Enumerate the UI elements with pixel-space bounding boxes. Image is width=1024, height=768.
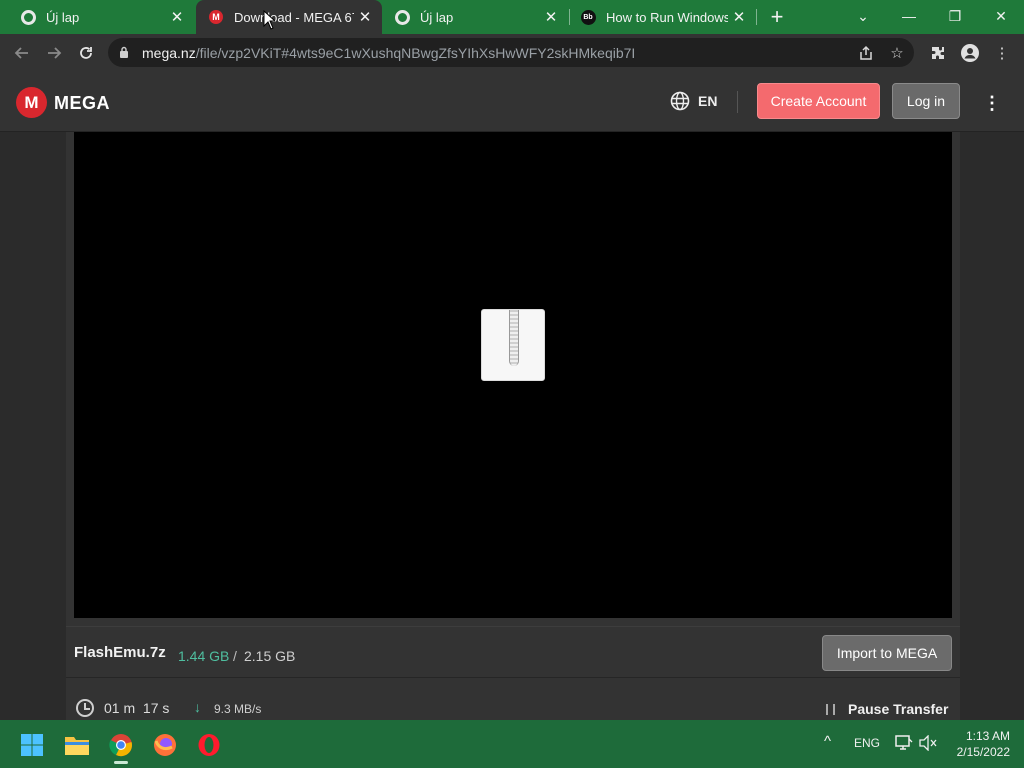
close-icon[interactable]: ✕ — [166, 6, 188, 28]
volume-muted-icon[interactable] — [919, 734, 937, 754]
clock-date: 2/15/2022 — [956, 745, 1010, 759]
mega-logo-icon[interactable]: M — [16, 87, 47, 118]
chrome-taskbar-icon[interactable] — [103, 727, 139, 763]
downloaded-size: 1.44 GB — [178, 648, 230, 664]
create-account-button[interactable]: Create Account — [757, 83, 880, 119]
profile-icon[interactable] — [958, 41, 982, 65]
size-separator: / — [233, 648, 237, 664]
language-label: EN — [698, 93, 718, 109]
total-size: 2.15 GB — [244, 648, 296, 664]
tab-how-to-run-windows[interactable]: Bb How to Run Windows ✕ — [570, 0, 756, 34]
minimize-icon[interactable]: — — [886, 0, 932, 32]
zip-file-icon — [481, 309, 545, 381]
active-app-indicator — [114, 761, 128, 764]
tab-title: Új lap — [420, 9, 454, 25]
tab-strip: Új lap ✕ M Download - MEGA 67% ✕ Új lap … — [0, 0, 1024, 34]
download-arrow-icon: ↓ — [194, 699, 201, 715]
chrome-menu-icon[interactable]: ⋮ — [990, 41, 1014, 65]
input-language[interactable]: ENG — [854, 736, 880, 750]
transfer-speed: 9.3 MB/s — [214, 702, 262, 716]
url-text: mega.nz/file/vzp2VKiT#4wts9eC1wXushqNBwg… — [142, 45, 636, 61]
bookmark-star-icon[interactable]: ☆ — [886, 42, 908, 64]
opera-icon[interactable] — [191, 727, 227, 763]
tab-title: Download - MEGA 67% — [234, 9, 354, 25]
bb-icon: Bb — [580, 9, 596, 25]
lock-icon — [120, 46, 128, 58]
mega-header: M MEGA EN Create Account Log in ⋮ — [0, 71, 1024, 132]
forward-icon[interactable] — [41, 40, 67, 66]
close-icon[interactable]: ✕ — [728, 6, 750, 28]
mega-brand[interactable]: MEGA — [54, 93, 110, 114]
close-icon[interactable]: ✕ — [540, 6, 562, 28]
address-bar[interactable]: mega.nz/file/vzp2VKiT#4wts9eC1wXushqNBwg… — [108, 38, 914, 67]
clock-icon — [76, 699, 94, 717]
taskbar-clock[interactable]: 1:13 AM 2/15/2022 — [948, 728, 1010, 760]
tab-title: How to Run Windows — [606, 9, 728, 25]
close-icon[interactable]: ✕ — [354, 6, 376, 28]
pause-transfer-button[interactable]: Pause Transfer — [848, 701, 948, 717]
file-info-bar: FlashEmu.7z 1.44 GB / 2.15 GB Import to … — [66, 626, 960, 678]
reload-icon[interactable] — [73, 40, 99, 66]
divider — [737, 91, 738, 113]
tab-new-tab-2[interactable]: Új lap ✕ — [382, 0, 568, 34]
tab-mega-download[interactable]: M Download - MEGA 67% ✕ — [196, 0, 382, 34]
time-remaining: 01 m 17 s — [104, 700, 170, 716]
chrome-icon — [394, 9, 410, 25]
tab-new-tab-1[interactable]: Új lap ✕ — [0, 0, 194, 34]
language-selector[interactable]: EN — [670, 91, 717, 111]
back-icon[interactable] — [9, 40, 35, 66]
mega-icon: M — [208, 9, 224, 25]
restore-icon[interactable]: ❐ — [932, 0, 978, 32]
tab-search-icon[interactable]: ⌄ — [840, 0, 886, 32]
log-in-button[interactable]: Log in — [892, 83, 960, 119]
tab-title: Új lap — [46, 9, 80, 25]
transfer-status-bar: 01 m 17 s ↓ 9.3 MB/s Pause Transfer — [66, 686, 960, 720]
window-close-icon[interactable]: ✕ — [978, 0, 1024, 32]
tray-chevron-icon[interactable]: ^ — [824, 733, 831, 750]
mouse-cursor-icon — [263, 10, 275, 30]
chrome-icon — [20, 9, 36, 25]
firefox-icon[interactable] — [147, 727, 183, 763]
share-icon[interactable] — [855, 42, 877, 64]
file-explorer-icon[interactable] — [59, 727, 95, 763]
network-icon[interactable] — [895, 735, 913, 754]
clock-time: 1:13 AM — [965, 729, 1010, 743]
windows-taskbar: ^ ENG 1:13 AM 2/15/2022 — [0, 720, 1024, 768]
browser-toolbar: mega.nz/file/vzp2VKiT#4wts9eC1wXushqNBwg… — [0, 34, 1024, 71]
menu-icon[interactable]: ⋮ — [980, 91, 1004, 115]
new-tab-button[interactable]: + — [765, 4, 789, 29]
windows-start-icon[interactable] — [14, 727, 50, 763]
file-name: FlashEmu.7z — [74, 644, 166, 661]
globe-icon — [670, 91, 690, 111]
pause-icon[interactable] — [826, 704, 835, 715]
import-to-mega-button[interactable]: Import to MEGA — [822, 635, 952, 671]
extensions-icon[interactable] — [926, 41, 950, 65]
